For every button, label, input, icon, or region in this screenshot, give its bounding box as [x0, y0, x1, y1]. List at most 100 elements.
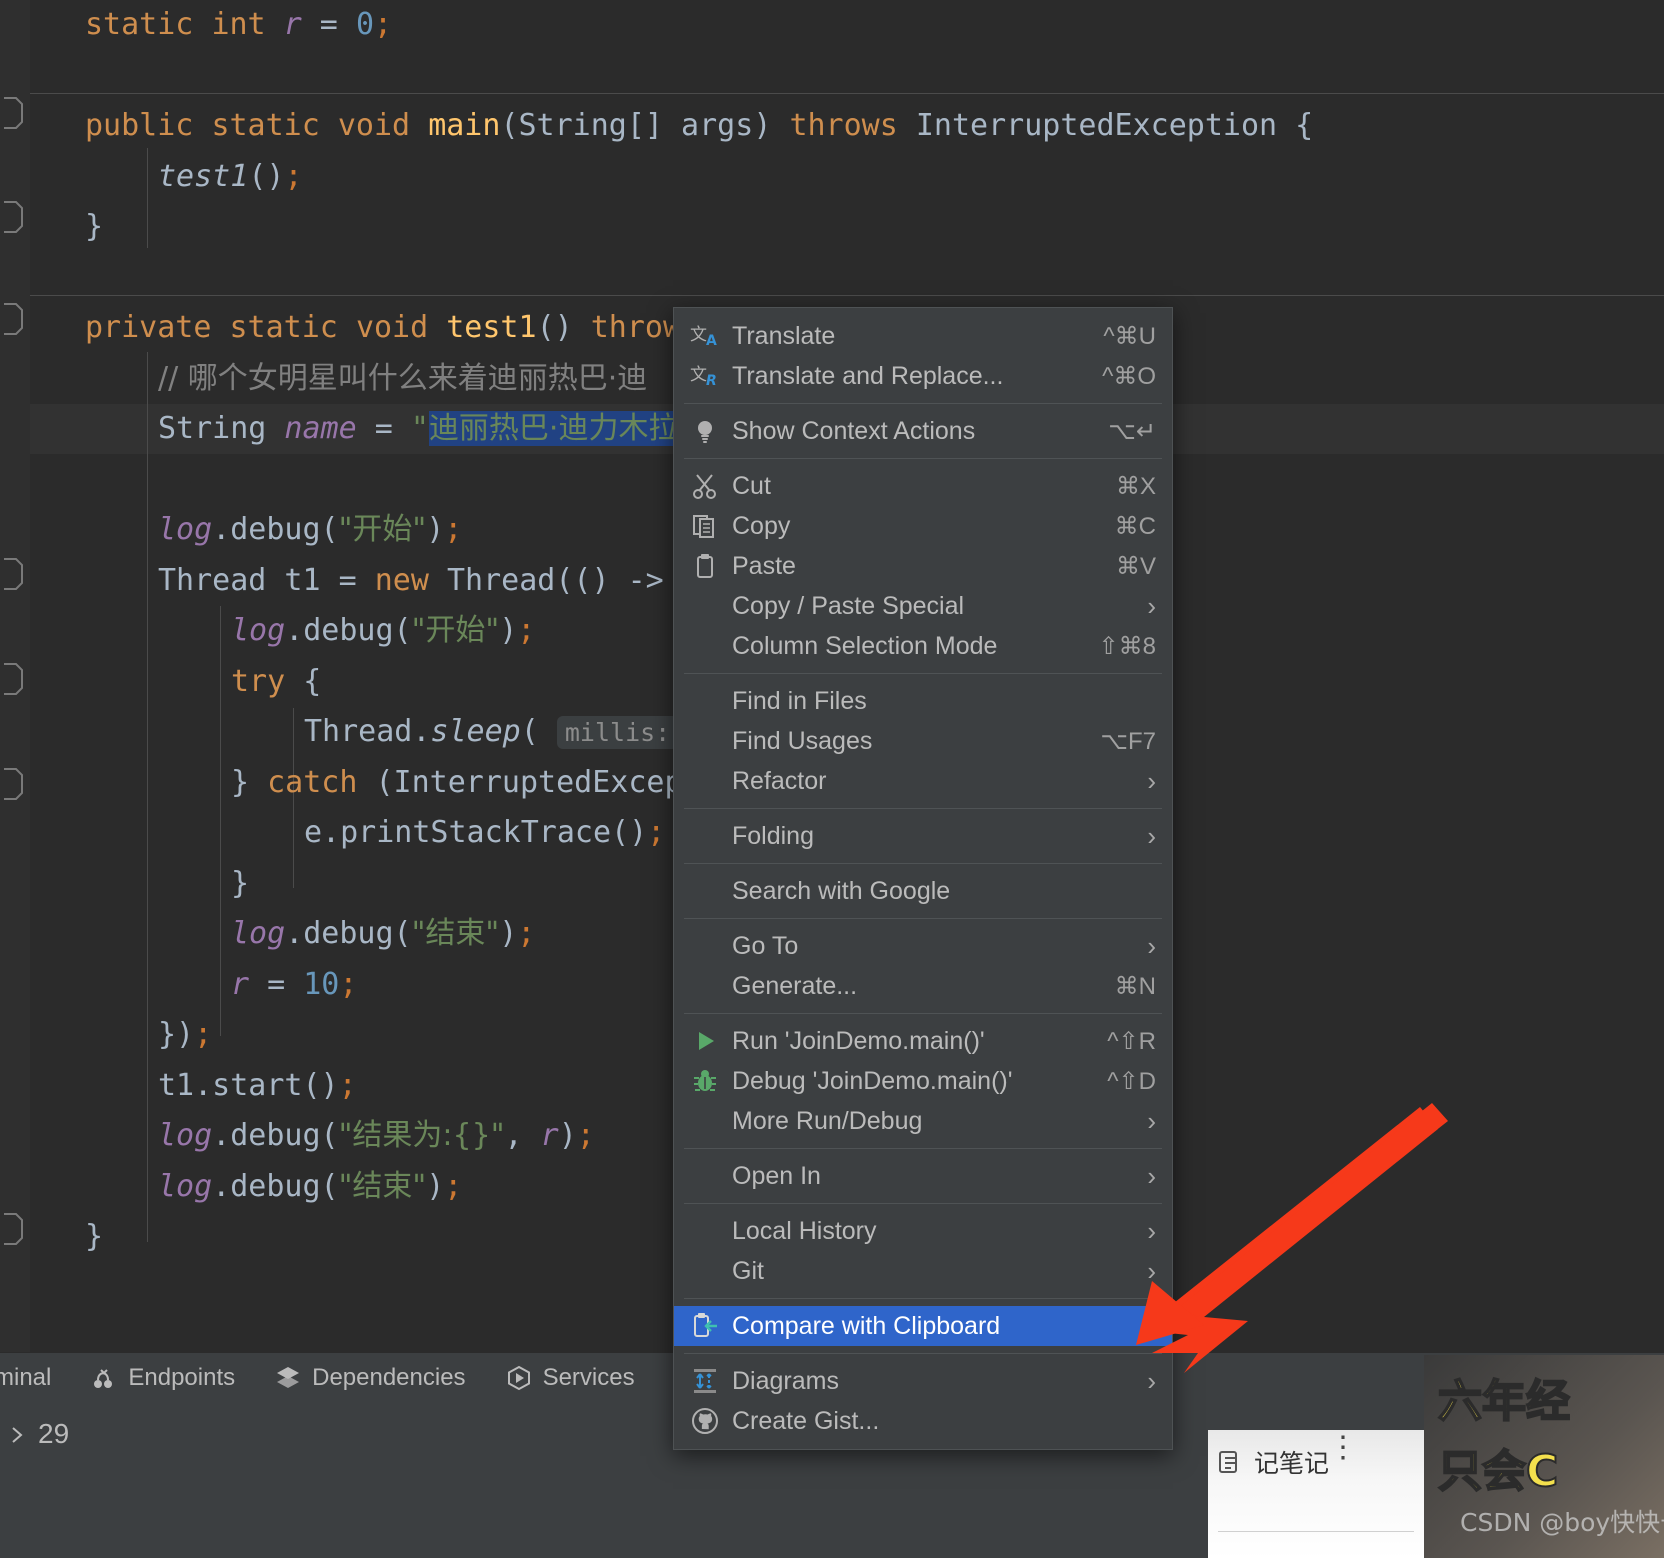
fold-handle-icon[interactable] [2, 1210, 24, 1245]
code-token: e.printStackTrace() [304, 815, 648, 850]
fold-handle-icon[interactable] [2, 660, 24, 695]
code-token: Thread(() -> [447, 562, 682, 598]
code-token: void [337, 108, 429, 143]
github-icon [690, 1406, 720, 1436]
menu-item-debug-joindemo-main[interactable]: Debug 'JoinDemo.main()' ^⇧D [674, 1061, 1172, 1101]
code-token: log [158, 1168, 213, 1204]
editor-gutter[interactable] [0, 0, 30, 1352]
tool-window-tab-dependencies[interactable]: Dependencies [255, 1353, 485, 1403]
run-icon [690, 1026, 720, 1056]
code-token: int [211, 7, 284, 42]
tool-window-tab-endpoints[interactable]: Endpoints [71, 1353, 255, 1403]
code-line[interactable]: test1(); [30, 152, 1313, 203]
expand-arrow-icon[interactable] [6, 1424, 28, 1446]
menu-item-label: Show Context Actions [732, 416, 976, 445]
menu-separator [684, 1353, 1162, 1354]
code-token: log [231, 613, 286, 648]
code-line[interactable] [30, 51, 1313, 102]
code-token: test1 [446, 310, 537, 345]
fold-handle-icon[interactable] [2, 94, 24, 129]
code-token: ; [576, 1118, 595, 1153]
menu-item-label: Run 'JoinDemo.main()' [732, 1026, 985, 1055]
menu-separator [684, 1013, 1162, 1014]
code-line[interactable]: static int r = 0; [30, 0, 1313, 51]
menu-separator [684, 458, 1162, 459]
code-token: private [85, 310, 230, 345]
code-token: static [229, 310, 356, 345]
note-panel[interactable]: 记笔记 ⋮ [1208, 1430, 1424, 1558]
menu-item-shortcut: ^⌘U [1103, 322, 1156, 350]
menu-item-column-selection-mode[interactable]: Column Selection Mode ⇧⌘8 [674, 626, 1172, 666]
code-token: void [355, 310, 447, 345]
tool-window-tab-minal[interactable]: minal [0, 1353, 71, 1403]
code-token: "开始" [338, 512, 427, 547]
code-token: 10 [303, 966, 340, 1002]
menu-item-paste[interactable]: Paste ⌘V [674, 546, 1172, 586]
menu-item-shortcut: ⌘C [1114, 512, 1156, 540]
divider [1218, 1531, 1414, 1532]
menu-item-diagrams[interactable]: Diagrams › [674, 1361, 1172, 1401]
promo-line-1: 六年经 [1437, 1375, 1571, 1428]
translate-replace-icon: 文R [690, 361, 720, 391]
menu-item-create-gist[interactable]: Create Gist... [674, 1401, 1172, 1441]
code-token: static [211, 108, 338, 143]
menu-item-go-to[interactable]: Go To › [674, 926, 1172, 966]
menu-item-cut[interactable]: Cut ⌘X [674, 466, 1172, 506]
menu-item-copy[interactable]: Copy ⌘C [674, 506, 1172, 546]
menu-item-show-context-actions[interactable]: Show Context Actions ⌥↵ [674, 411, 1172, 451]
more-options-icon[interactable]: ⋮ [1328, 1433, 1358, 1463]
translate-icon: 文A [690, 321, 720, 351]
code-token: r [231, 966, 250, 1002]
fold-handle-icon[interactable] [2, 555, 24, 590]
menu-item-find-in-files[interactable]: Find in Files [674, 681, 1172, 721]
menu-item-run-joindemo-main[interactable]: Run 'JoinDemo.main()' ^⇧R [674, 1021, 1172, 1061]
menu-item-label: Copy [732, 511, 791, 540]
code-token: throws [789, 108, 916, 143]
menu-item-label: Go To [732, 931, 799, 960]
menu-item-label: Open In [732, 1161, 821, 1190]
code-line[interactable] [30, 253, 1313, 304]
menu-item-label: Debug 'JoinDemo.main()' [732, 1066, 1013, 1095]
menu-item-folding[interactable]: Folding › [674, 816, 1172, 856]
code-token: } [85, 1219, 104, 1254]
menu-item-find-usages[interactable]: Find Usages ⌥F7 [674, 721, 1172, 761]
menu-item-label: Git [732, 1256, 764, 1285]
debug-icon [690, 1066, 720, 1096]
menu-item-label: Local History [732, 1216, 877, 1245]
code-token: new [374, 562, 447, 598]
menu-item-open-in[interactable]: Open In › [674, 1156, 1172, 1196]
menu-item-label: More Run/Debug [732, 1106, 923, 1135]
code-token: log [158, 512, 213, 547]
note-row[interactable]: 记笔记 [1216, 1444, 1329, 1480]
code-token: ; [284, 158, 303, 194]
chevron-right-icon: › [1147, 1105, 1156, 1136]
chevron-right-icon: › [1147, 820, 1156, 851]
menu-separator [684, 1148, 1162, 1149]
fold-handle-icon[interactable] [2, 300, 24, 335]
menu-item-translate-and-replace[interactable]: 文 R Translate and Replace... ^⌘O [674, 356, 1172, 396]
menu-item-search-with-google[interactable]: Search with Google [674, 871, 1172, 911]
menu-item-git[interactable]: Git › [674, 1251, 1172, 1291]
code-token: test1 [158, 158, 249, 194]
menu-item-refactor[interactable]: Refactor › [674, 761, 1172, 801]
code-token: = [356, 411, 411, 446]
menu-item-local-history[interactable]: Local History › [674, 1211, 1172, 1251]
note-icon [1216, 1448, 1244, 1476]
code-line[interactable]: public static void main(String[] args) t… [30, 101, 1313, 152]
menu-item-translate[interactable]: 文 A Translate ^⌘U [674, 316, 1172, 356]
context-menu[interactable]: 文 A Translate ^⌘U 文 R Translate and Replace...… [673, 307, 1173, 1450]
code-line[interactable]: } [30, 202, 1313, 253]
code-token: = [249, 966, 304, 1002]
code-token: String [158, 411, 267, 446]
menu-item-generate[interactable]: Generate... ⌘N [674, 966, 1172, 1006]
code-token: ; [517, 613, 536, 648]
fold-handle-icon[interactable] [2, 765, 24, 800]
menu-item-copy-paste-special[interactable]: Copy / Paste Special › [674, 586, 1172, 626]
menu-item-more-run-debug[interactable]: More Run/Debug › [674, 1101, 1172, 1141]
tool-window-tab-services[interactable]: Services [486, 1353, 655, 1403]
menu-item-compare-with-clipboard[interactable]: Compare with Clipboard [674, 1306, 1172, 1346]
code-token: , [504, 1118, 541, 1153]
code-token: ) [753, 108, 790, 143]
code-token: " [410, 411, 429, 446]
fold-handle-icon[interactable] [2, 198, 24, 233]
